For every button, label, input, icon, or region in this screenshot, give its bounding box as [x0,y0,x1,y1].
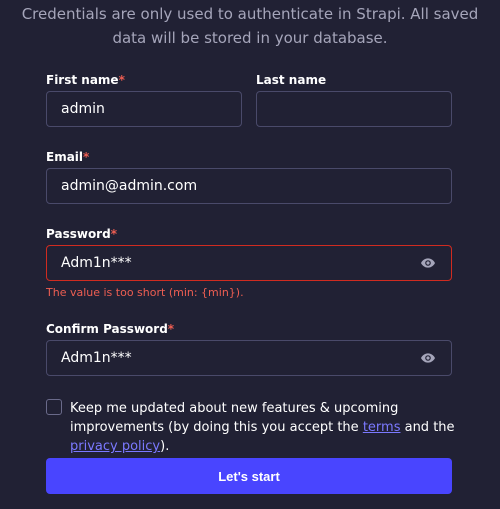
first-name-label: First name* [46,73,125,87]
privacy-policy-link[interactable]: privacy policy [70,439,160,454]
password-error-message: The value is too short (min: {min}). [46,286,244,299]
last-name-label: Last name [256,73,327,87]
confirm-password-value: Adm1n*** [61,350,132,366]
password-label: Password* [46,227,117,241]
first-name-value: admin [61,101,105,117]
password-value: Adm1n*** [61,255,132,271]
email-label: Email* [46,150,90,164]
subtitle-line-2: data will be stored in your database. [112,29,388,47]
eye-icon[interactable] [419,254,437,272]
page-subtitle: Credentials are only used to authenticat… [0,2,500,50]
required-marker: * [167,322,175,336]
registration-form: Credentials are only used to authenticat… [0,0,500,509]
required-marker: * [110,227,117,241]
email-value: admin@admin.com [61,178,198,194]
required-marker: * [118,73,125,87]
required-marker: * [83,150,90,164]
newsletter-checkbox[interactable] [46,399,62,415]
email-input[interactable]: admin@admin.com [46,168,452,204]
confirm-password-label: Confirm Password* [46,322,175,336]
last-name-input[interactable] [256,91,452,127]
eye-icon[interactable] [419,349,437,367]
confirm-password-input[interactable]: Adm1n*** [46,340,452,376]
newsletter-label: Keep me updated about new features & upc… [70,401,455,454]
password-input[interactable]: Adm1n*** [46,245,452,281]
first-name-input[interactable]: admin [46,91,242,127]
subtitle-line-1: Credentials are only used to authenticat… [21,5,479,23]
lets-start-button[interactable]: Let's start [46,458,452,494]
terms-link[interactable]: terms [363,420,401,435]
